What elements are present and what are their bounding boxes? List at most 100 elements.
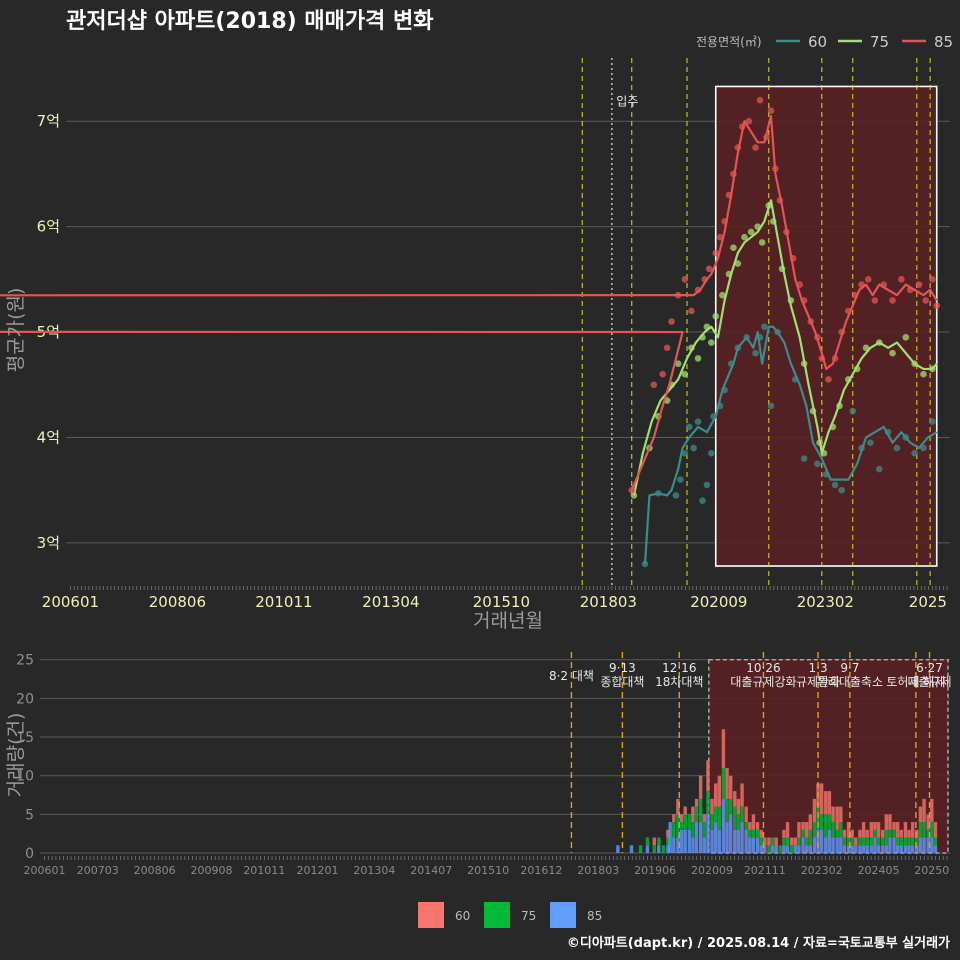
vol-x-tick-label: 20250: [914, 864, 949, 877]
data-point-75: [712, 312, 720, 320]
data-point-60: [672, 492, 680, 499]
vol-bar-85: [910, 845, 915, 853]
policy-date-label: 10·26: [746, 661, 780, 675]
vol-bar-60: [876, 822, 881, 838]
vol-bar-75: [910, 837, 915, 846]
data-point-60: [756, 334, 764, 341]
vol-bar-85: [645, 845, 650, 853]
data-point-75: [703, 323, 711, 331]
vol-bar-60: [691, 806, 695, 823]
policy-desc-label: 18차대책: [655, 674, 703, 689]
data-point-85: [701, 276, 708, 283]
data-point-85: [767, 107, 775, 114]
vol-bar-60: [706, 760, 710, 792]
data-point-75: [741, 233, 748, 241]
data-point-60: [694, 418, 702, 425]
data-point-75: [929, 365, 936, 373]
vol-bar-60: [835, 806, 839, 830]
vol-bar-75: [683, 814, 687, 830]
data-point-75: [816, 439, 823, 447]
data-point-85: [796, 281, 804, 288]
vol-bar-75: [918, 822, 923, 838]
y-tick-label: 6억: [37, 218, 60, 236]
vol-bar-75: [907, 837, 911, 846]
data-point-85: [831, 355, 839, 362]
vol-bar-75: [835, 829, 839, 838]
vol-bar-60: [679, 814, 684, 823]
vol-bar-85: [801, 837, 805, 853]
data-point-85: [922, 297, 929, 304]
vol-bar-60: [858, 829, 862, 838]
vol-bar-75: [740, 806, 744, 823]
data-point-75: [787, 297, 795, 304]
vol-bar-75: [728, 798, 733, 815]
data-point-85: [674, 291, 682, 299]
vol-bar-85: [755, 837, 760, 853]
data-point-60: [743, 334, 750, 341]
vol-bar-85: [770, 845, 775, 853]
vol-bar-60: [793, 837, 798, 846]
data-point-75: [845, 376, 852, 383]
vol-bar-85: [721, 798, 726, 853]
vol-bar-75: [819, 814, 824, 830]
vol-x-tick-label: 201407: [410, 864, 452, 877]
vol-bar-60: [918, 806, 923, 823]
vol-bar-75: [638, 845, 643, 853]
vol-bar-75: [721, 767, 726, 799]
y-tick-label: 4억: [37, 428, 60, 446]
data-point-85: [800, 297, 808, 304]
vol-bar-75: [725, 798, 729, 823]
vol-bar-85: [831, 837, 835, 853]
data-point-75: [875, 339, 883, 346]
data-point-60: [849, 407, 857, 415]
chart-canvas: 관저더샵 아파트(2018) 매매가격 변화 전용면적(㎡) 60 75 85 3억…: [0, 0, 960, 960]
vol-bar-85: [842, 845, 847, 853]
vol-bar-75: [661, 845, 666, 853]
vol-x-tick-label: 201612: [520, 864, 562, 877]
vol-bar-75: [858, 837, 862, 846]
legend-label-bottom-85: 85: [587, 909, 602, 923]
vol-bar-60: [861, 822, 866, 838]
data-point-75: [765, 202, 773, 209]
vol-bar-75: [691, 822, 695, 838]
vol-bar-60: [888, 814, 892, 830]
vol-bar-85: [804, 845, 809, 853]
vol-bar-75: [733, 806, 737, 830]
vol-bar-85: [759, 845, 763, 853]
data-point-85: [915, 281, 923, 288]
vol-bar-60: [819, 783, 824, 815]
data-point-75: [699, 334, 706, 341]
vol-bar-60: [812, 798, 817, 823]
vol-bar-85: [895, 845, 900, 853]
vol-bar-75: [698, 798, 703, 823]
data-point-85: [929, 276, 936, 283]
vol-bar-85: [922, 837, 926, 853]
data-point-60: [920, 444, 927, 452]
vol-bar-60: [713, 783, 718, 807]
vol-bar-75: [899, 837, 904, 846]
vol-bar-75: [736, 814, 741, 830]
vol-bar-75: [759, 837, 763, 846]
vol-bar-85: [710, 829, 714, 853]
x-tick-label: 200806: [149, 593, 206, 611]
footer-credit: ©디아파트(dapt.kr) / 2025.08.14 / 자료=국토교통부 실…: [567, 935, 950, 951]
y-axis-label: 평균가(원): [5, 288, 27, 373]
vol-bar-75: [687, 814, 691, 830]
legend-label-bottom-75: 75: [521, 909, 536, 923]
vol-bar-85: [907, 845, 911, 853]
vol-bar-60: [782, 829, 786, 838]
vol-bar-75: [778, 845, 782, 853]
data-point-60: [814, 460, 821, 468]
vol-bar-75: [895, 837, 900, 846]
policy-date-label: 1·3: [809, 661, 828, 675]
data-point-85: [705, 265, 713, 273]
data-point-85: [838, 328, 846, 336]
policy-date-label: 9·7: [840, 661, 859, 675]
vol-y-tick-label: 25: [16, 653, 34, 669]
vol-bar-85: [717, 829, 722, 853]
data-point-75: [800, 360, 808, 367]
vol-bar-85: [736, 829, 741, 853]
legend-title: 전용면적(㎡): [696, 35, 762, 49]
x-tick-label: 201803: [580, 593, 637, 611]
data-point-85: [783, 228, 790, 236]
